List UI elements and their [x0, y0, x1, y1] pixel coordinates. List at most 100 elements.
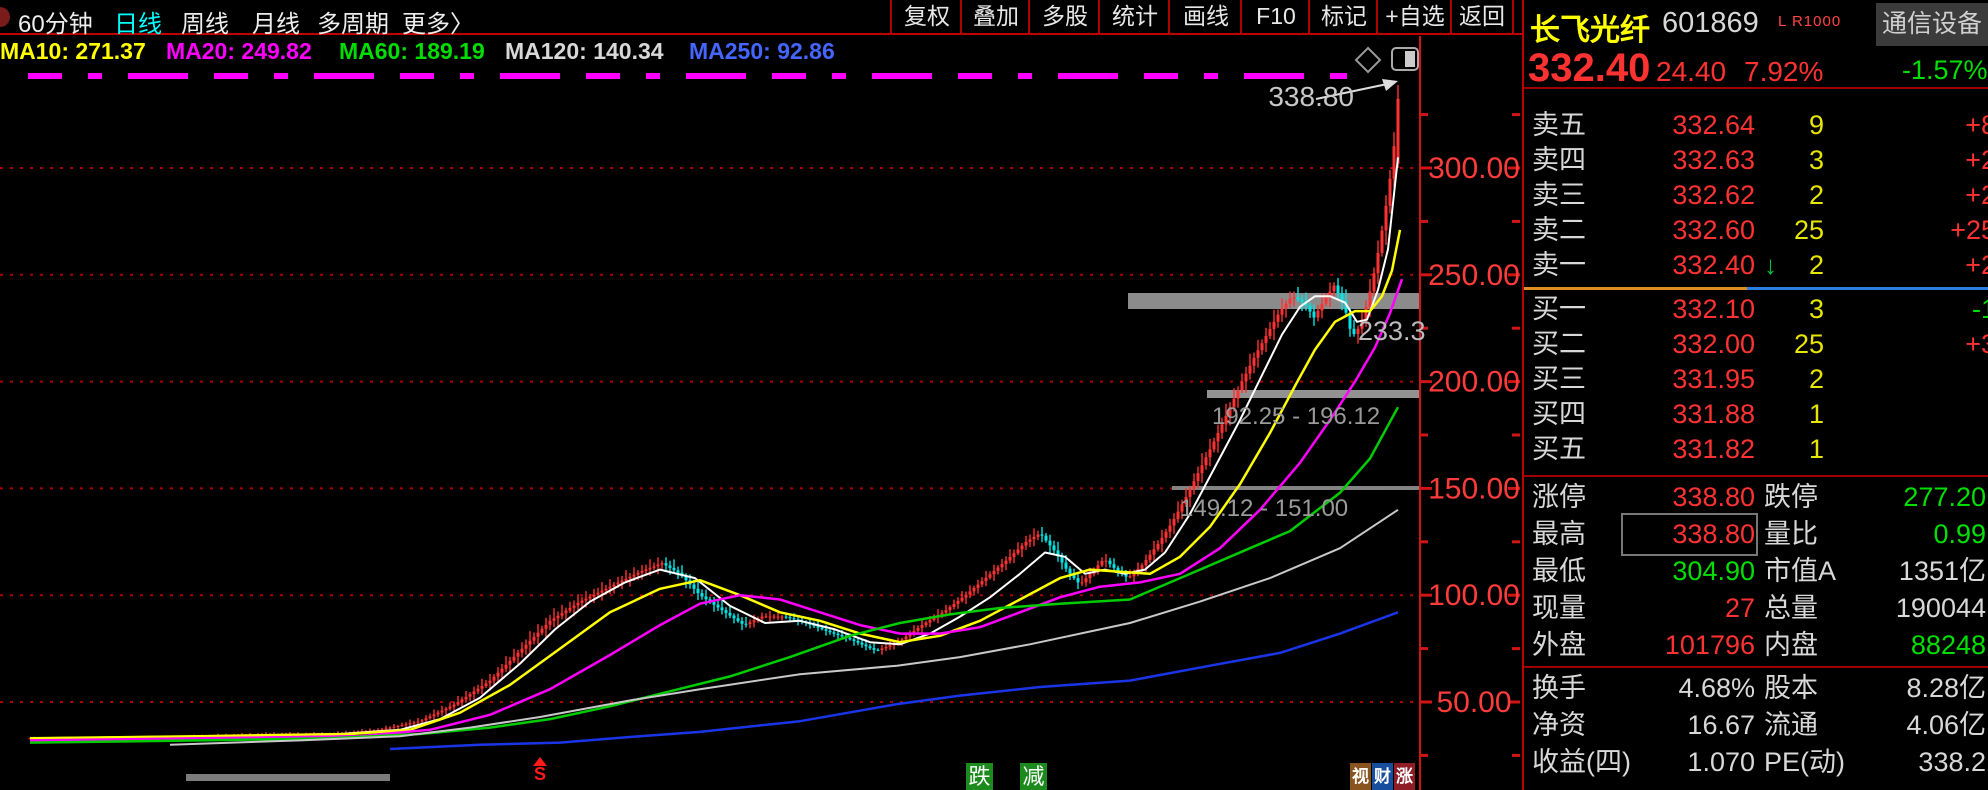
candle-body: [645, 569, 648, 571]
stock-app-window: 60分钟日线周线月线多周期更多〉 复权叠加多股统计画线F10标记+自选返回 MA…: [0, 0, 1988, 790]
sell-row-2-dlt: +25: [1824, 213, 1988, 248]
toolbar-button-6[interactable]: 标记: [1308, 0, 1378, 33]
sell-row-4-prc: 332.63: [1602, 143, 1755, 178]
candle-body: [609, 587, 612, 589]
toolbar-button-8[interactable]: 返回: [1450, 0, 1514, 33]
candle-body: [785, 617, 788, 618]
candle-body: [433, 714, 436, 716]
candle-body: [617, 583, 620, 585]
candle-body: [741, 621, 744, 624]
stat2-row-1: 净资16.67流通4.06亿: [1524, 707, 1988, 744]
buy-row-3[interactable]: 买三331.952: [1524, 362, 1988, 397]
candle-body: [1261, 343, 1264, 350]
candle-body: [421, 720, 424, 721]
candle-body: [577, 603, 580, 606]
sell-row-3-lbl: 卖三: [1532, 178, 1586, 213]
candle-body: [677, 570, 680, 572]
candle-body: [1321, 304, 1324, 311]
buy-row-4-lbl: 买四: [1532, 397, 1586, 432]
candle-body: [1109, 561, 1112, 565]
toolbar-button-3[interactable]: 统计: [1098, 0, 1170, 33]
last-price: 332.40: [1528, 46, 1650, 91]
candle-body: [613, 585, 616, 587]
period-tab-0[interactable]: 60分钟: [18, 4, 93, 39]
candle-body: [1205, 457, 1208, 465]
candle-body: [1273, 322, 1276, 329]
candle-body: [533, 637, 536, 641]
toolbar-button-0[interactable]: 复权: [890, 0, 962, 33]
buy-row-5[interactable]: 买五331.821: [1524, 432, 1988, 467]
candle-body: [1309, 306, 1312, 312]
candle-body: [1077, 578, 1080, 582]
candle-body: [497, 673, 500, 677]
candle-body: [1013, 553, 1016, 557]
sell-row-5-vol: 9: [1755, 108, 1824, 143]
stat-row-2-v1: 304.90: [1624, 553, 1755, 590]
period-tab-3[interactable]: 月线: [252, 4, 300, 39]
candle-body: [1297, 297, 1300, 299]
stat-row-1-v1: 338.80: [1624, 516, 1755, 553]
candle-body: [597, 593, 600, 595]
buy-row-4-prc: 331.88: [1602, 397, 1755, 432]
candle-body: [781, 617, 784, 618]
candle-body: [713, 602, 716, 605]
sell-row-5[interactable]: 卖五332.649+8: [1524, 108, 1988, 143]
candle-body: [549, 621, 552, 625]
buy-row-3-lbl: 买三: [1532, 362, 1586, 397]
industry-badge[interactable]: 通信设备: [1876, 3, 1988, 46]
candle-body: [793, 618, 796, 619]
diamond-icon[interactable]: [1356, 48, 1380, 72]
candle-body: [1157, 544, 1160, 549]
candle-body: [1269, 329, 1272, 336]
buy-row-4[interactable]: 买四331.881: [1524, 397, 1988, 432]
period-tab-1[interactable]: 日线: [114, 4, 162, 39]
candle-body: [1301, 299, 1304, 301]
candle-body: [417, 722, 420, 723]
candle-body: [525, 645, 528, 649]
candle-body: [1213, 441, 1216, 449]
candle-body: [409, 723, 412, 724]
sell-row-1-dlt: +2: [1824, 248, 1988, 283]
toolbar-button-4[interactable]: 画线: [1168, 0, 1242, 33]
stat2-row-2-v1: 1.070: [1624, 744, 1755, 781]
stat2-row-0-l2: 股本: [1764, 670, 1818, 707]
candle-body: [733, 616, 736, 619]
candle-body: [1069, 569, 1072, 574]
candle-body: [1377, 253, 1380, 273]
chart-annotation-3: 149.12 - 151.00: [1180, 495, 1348, 522]
candle-body: [397, 726, 400, 727]
candle-body: [1081, 582, 1084, 583]
annotation-arrowhead: [1382, 79, 1398, 91]
period-tab-4[interactable]: 多周期: [317, 4, 389, 39]
candle-body: [873, 648, 876, 650]
sell-row-1[interactable]: 卖一332.40↓2+2: [1524, 248, 1988, 283]
stat-row-1-l2: 量比: [1764, 516, 1818, 553]
buy-row-2[interactable]: 买二332.0025+3: [1524, 327, 1988, 362]
period-tab-2[interactable]: 周线: [181, 4, 229, 39]
sell-row-2[interactable]: 卖二332.6025+25: [1524, 213, 1988, 248]
toolbar-button-5[interactable]: F10: [1240, 0, 1310, 33]
candle-body: [605, 589, 608, 591]
sell-row-4-lbl: 卖四: [1532, 143, 1586, 178]
candle-body: [929, 620, 932, 622]
candle-body: [1281, 309, 1284, 315]
chart-annotation-0: 338.80: [1268, 81, 1354, 112]
toolbar-button-1[interactable]: 叠加: [960, 0, 1030, 33]
sell-row-3[interactable]: 卖三332.622+2: [1524, 178, 1988, 213]
watermark-char-1: 财: [1372, 763, 1393, 790]
buy-row-1[interactable]: 买一332.103-1: [1524, 292, 1988, 327]
candle-body: [1325, 297, 1328, 303]
candle-body: [865, 645, 868, 647]
sell-row-4[interactable]: 卖四332.633+2: [1524, 143, 1988, 178]
candle-body: [441, 710, 444, 712]
candle-body: [385, 728, 388, 729]
candle-body: [1025, 542, 1028, 546]
toolbar-button-2[interactable]: 多股: [1028, 0, 1100, 33]
kline-chart[interactable]: 300.00250.00200.00150.00100.0050.00338.8…: [0, 36, 1522, 790]
candle-body: [1037, 534, 1040, 536]
candle-body: [861, 643, 864, 645]
stat-row-0-v2: 277.20: [1854, 479, 1986, 516]
top-toolbar: 60分钟日线周线月线多周期更多〉 复权叠加多股统计画线F10标记+自选返回: [0, 0, 1522, 36]
toolbar-button-7[interactable]: +自选: [1376, 0, 1452, 33]
period-tab-5[interactable]: 更多〉: [402, 4, 474, 39]
